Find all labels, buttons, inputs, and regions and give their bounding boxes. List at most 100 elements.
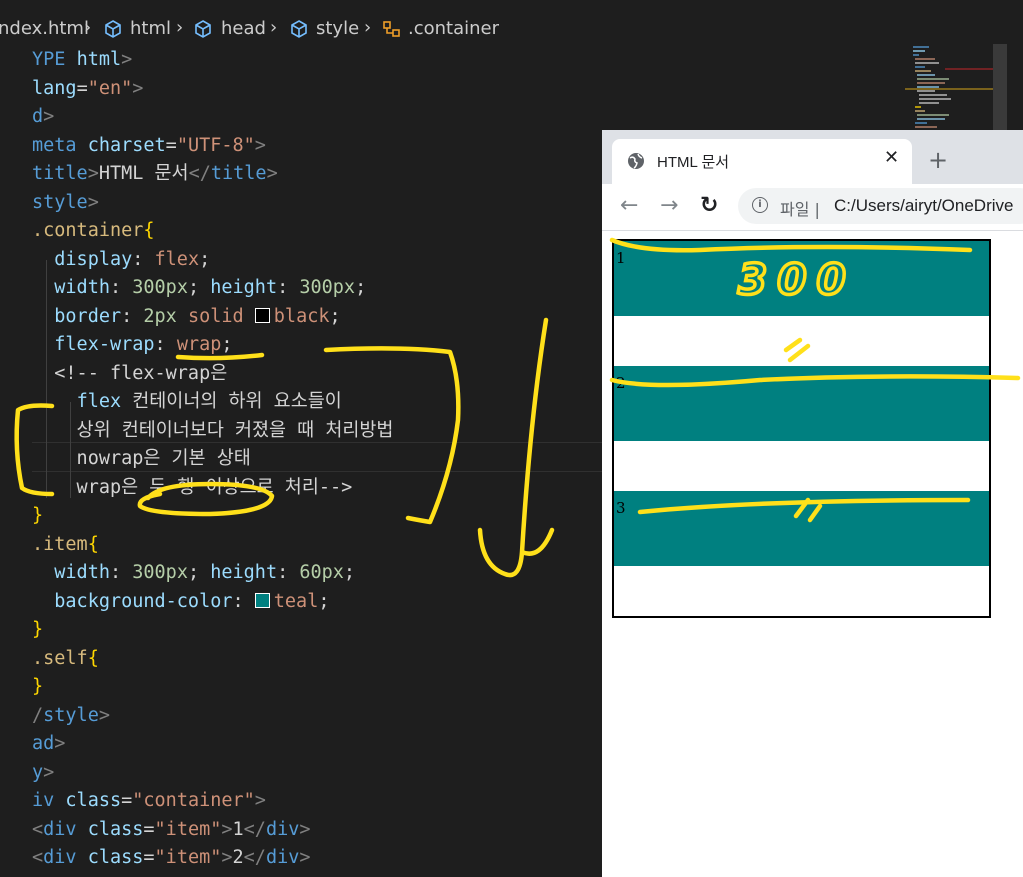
code-line[interactable]: .container{ — [32, 217, 393, 246]
code-line[interactable]: <div class="item">1</div> — [32, 816, 393, 845]
code-token: ; — [343, 562, 356, 583]
code-token: flex — [154, 248, 200, 270]
globe-icon — [628, 153, 644, 169]
info-icon[interactable]: i — [752, 197, 768, 213]
code-line[interactable]: style> — [32, 189, 393, 218]
code-line[interactable]: .item{ — [32, 531, 393, 560]
code-editor[interactable]: YPE html> lang="en"> d> meta charset="UTF-8… — [32, 46, 393, 873]
selector-icon — [383, 21, 400, 37]
code-line[interactable]: flex-wrap: wrap; — [32, 331, 393, 360]
chevron-right-icon: › — [270, 17, 278, 38]
code-line[interactable]: flex 컨테이너의 하위 요소들이 — [32, 388, 393, 417]
item-number: 3 — [616, 499, 626, 517]
tab-title: HTML 문서 — [657, 154, 730, 171]
code-line[interactable]: YPE html> — [32, 46, 393, 75]
code-token: "UTF-8" — [176, 134, 255, 156]
code-token: : — [154, 334, 177, 355]
code-line[interactable]: .self{ — [32, 645, 393, 674]
code-token: = — [165, 134, 177, 156]
code-token: class — [65, 790, 122, 811]
code-token: teal — [273, 590, 319, 612]
code-line[interactable]: iv class="container"> — [32, 787, 393, 816]
code-token: background-color — [54, 590, 233, 612]
code-token: "en" — [87, 77, 133, 99]
tab-bar: HTML 문서 ✕ + — [602, 130, 1023, 184]
color-swatch[interactable] — [254, 592, 270, 608]
code-token: </ — [243, 847, 266, 868]
code-token: > — [121, 49, 133, 70]
code-token: < — [32, 847, 44, 868]
code-line[interactable]: border: 2px solid black; — [32, 303, 393, 332]
code-token: 컨테이너의 하위 요소들이 — [121, 391, 342, 412]
code-token: YPE — [32, 49, 77, 70]
code-token: 300px — [132, 277, 188, 298]
code-token: ; — [187, 277, 211, 298]
breadcrumb-item-head[interactable]: head — [221, 18, 266, 39]
code-line[interactable]: } — [32, 502, 393, 531]
code-token: 60px — [299, 562, 344, 583]
code-token: = — [143, 847, 155, 868]
minimap[interactable] — [905, 44, 1005, 134]
chevron-right-icon: › — [364, 17, 372, 38]
code-line[interactable]: display: flex; — [32, 246, 393, 275]
code-token: display — [54, 248, 133, 270]
code-token: } — [32, 676, 44, 697]
code-token: < — [32, 818, 44, 840]
code-token: width — [54, 562, 110, 583]
code-line[interactable]: width: 300px; height: 300px; — [32, 274, 393, 303]
code-line[interactable]: meta charset="UTF-8"> — [32, 132, 393, 161]
browser-tab[interactable]: HTML 문서 ✕ — [612, 139, 912, 184]
item-number: 2 — [616, 374, 626, 392]
code-line[interactable]: wrap은 두 행 이상으로 처리--> — [32, 474, 393, 503]
code-token: 300px — [299, 277, 356, 298]
forward-arrow-icon[interactable]: → — [660, 193, 678, 218]
code-token: ; — [199, 248, 211, 270]
breadcrumb-item-container[interactable]: .container — [408, 18, 499, 39]
code-line[interactable]: y> — [32, 759, 393, 788]
breadcrumb-file[interactable]: ndex.html — [0, 18, 89, 39]
code-line[interactable]: } — [32, 616, 393, 645]
code-token: "item" — [154, 847, 222, 868]
code-line[interactable]: ad> — [32, 730, 393, 759]
code-line[interactable]: 상위 컨테이너보다 커졌을 때 처리방법 — [32, 417, 394, 446]
editor-scrollbar[interactable] — [993, 44, 1007, 134]
breadcrumb-item-style[interactable]: style — [316, 18, 359, 39]
flex-item: 2 — [614, 366, 989, 441]
code-token: > — [299, 818, 311, 840]
close-icon[interactable]: ✕ — [884, 147, 899, 168]
flex-item: 1 — [614, 241, 989, 316]
back-arrow-icon[interactable]: ← — [620, 193, 638, 218]
code-token: > — [43, 761, 55, 783]
color-swatch[interactable] — [254, 307, 270, 323]
code-line[interactable]: } — [32, 673, 393, 702]
code-token: height — [210, 562, 278, 583]
code-token: : — [109, 277, 133, 298]
breadcrumb-item-html[interactable]: html — [130, 18, 171, 39]
code-token: meta — [32, 134, 88, 156]
code-line[interactable]: /style> — [32, 702, 393, 731]
code-token: </ — [188, 163, 211, 184]
code-line[interactable]: d> — [32, 103, 393, 132]
code-token: > — [87, 163, 99, 184]
code-line[interactable]: <!-- flex-wrap은 — [32, 360, 393, 389]
address-url[interactable]: C:/Users/airyt/OneDrive — [834, 196, 1013, 216]
code-line[interactable]: background-color: teal; — [32, 588, 393, 617]
code-line[interactable]: <div class="item">2</div> — [32, 844, 393, 873]
address-bar[interactable]: i 파일 | C:/Users/airyt/OneDrive — [738, 188, 1023, 224]
code-line[interactable]: lang="en"> — [32, 75, 393, 104]
code-token: wrap은 두 행 이상으로 처리--> — [32, 476, 353, 498]
code-line[interactable]: width: 300px; height: 60px; — [32, 559, 393, 588]
code-line[interactable]: title>HTML 문서</title> — [32, 160, 393, 189]
code-token: : — [121, 305, 144, 327]
code-token: "container" — [132, 790, 255, 811]
code-token: 2 — [232, 847, 244, 868]
code-token: y — [32, 761, 44, 783]
code-token: ; — [355, 277, 367, 298]
reload-icon[interactable]: ↻ — [700, 193, 718, 218]
code-line[interactable]: nowrap은 기본 상태 — [32, 445, 393, 474]
code-token: > — [43, 106, 55, 127]
code-token: / — [32, 704, 44, 726]
new-tab-button[interactable]: + — [928, 146, 948, 174]
